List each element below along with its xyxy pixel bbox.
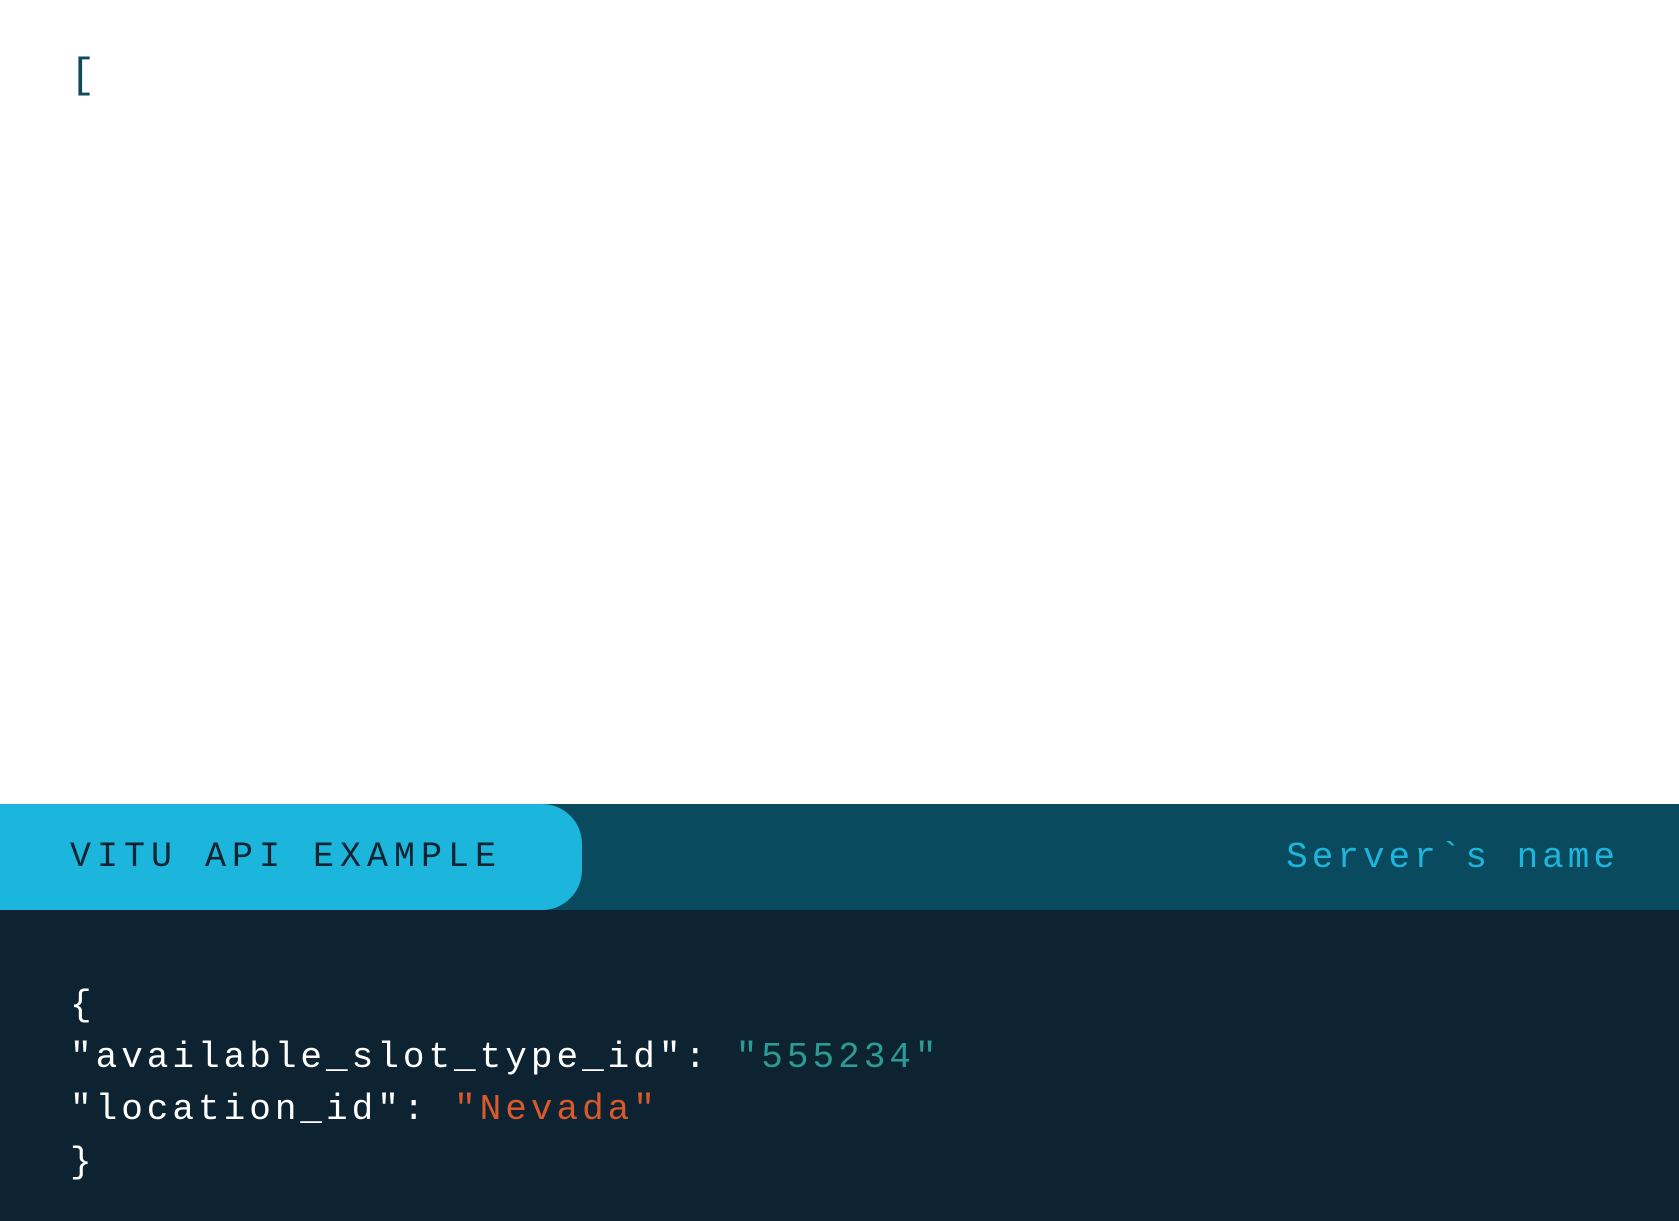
code-key-location: "location_id": [70, 1089, 454, 1130]
code-line-slot-type: "available_slot_type_id": "555234" [70, 1032, 1609, 1084]
code-value-location: "Nevada" [454, 1089, 659, 1130]
code-example-block: VITU API EXAMPLE Server`s name { "availa… [0, 804, 1679, 1221]
open-bracket: [ [70, 52, 97, 100]
code-header: VITU API EXAMPLE Server`s name [0, 804, 1679, 910]
code-line-location: "location_id": "Nevada" [70, 1084, 1609, 1136]
code-body: { "available_slot_type_id": "555234" "lo… [0, 910, 1679, 1189]
code-line-open-brace: { [70, 980, 1609, 1032]
code-key-slot-type: "available_slot_type_id": [70, 1037, 736, 1078]
server-name-label: Server`s name [1286, 837, 1619, 878]
code-value-slot-type: "555234" [736, 1037, 941, 1078]
code-tab-label: VITU API EXAMPLE [0, 804, 582, 910]
code-line-close-brace: } [70, 1137, 1609, 1189]
